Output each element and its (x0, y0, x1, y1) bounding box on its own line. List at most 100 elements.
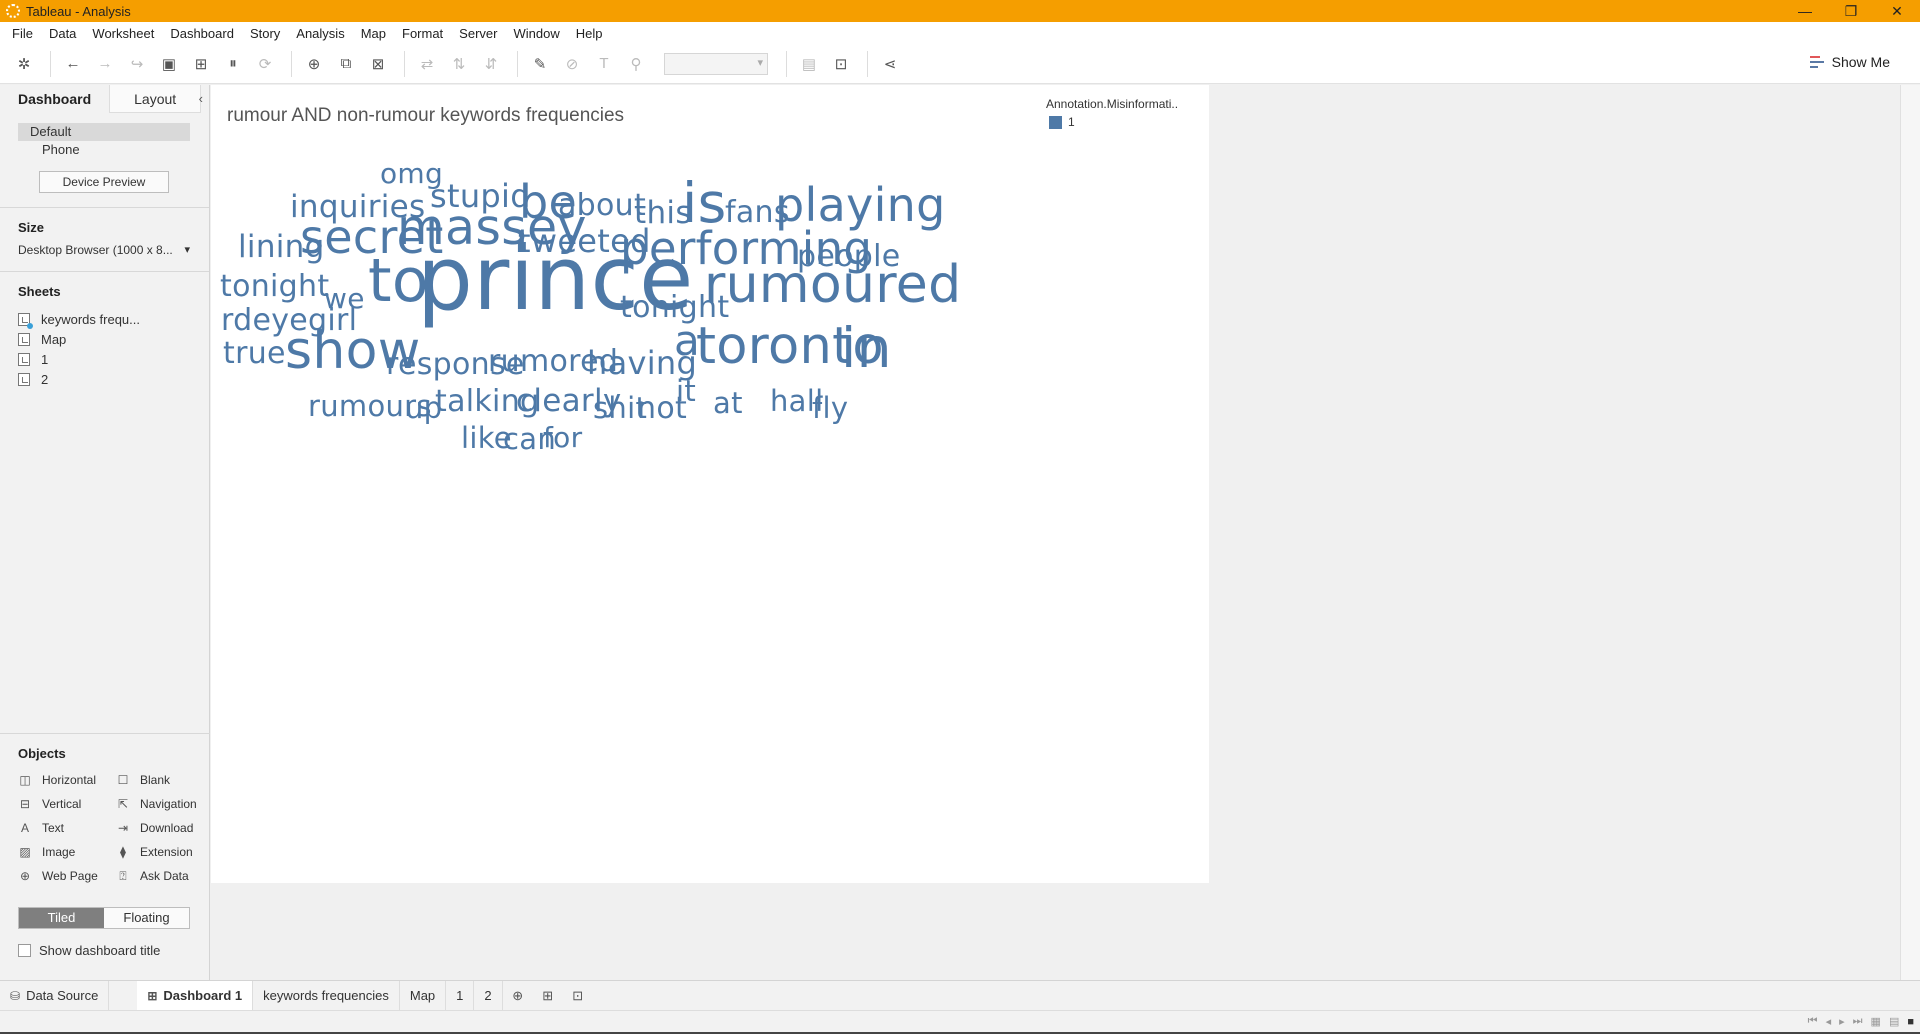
word-cloud-word[interactable]: tonight (220, 272, 329, 302)
menu-file[interactable]: File (4, 26, 41, 41)
restore-icon[interactable]: ❐ (1828, 0, 1874, 22)
object-label: Extension (140, 845, 193, 859)
prev-sheet-icon[interactable]: ◂ (1826, 1015, 1832, 1028)
next-sheet-icon[interactable]: ▸ (1839, 1015, 1845, 1028)
collapse-panel-icon[interactable]: ‹ (199, 91, 203, 106)
tab-keywords-frequencies[interactable]: keywords frequencies (253, 980, 400, 1011)
new-worksheet-tab-icon[interactable]: ⊕ (503, 981, 533, 1011)
vertical-scrollbar[interactable] (1900, 85, 1920, 980)
object-download[interactable]: ⇥ Download (116, 819, 216, 837)
object-label: Web Page (42, 869, 98, 883)
menu-worksheet[interactable]: Worksheet (84, 26, 162, 41)
word-cloud-word[interactable]: true (223, 339, 286, 369)
tableau-home-icon[interactable]: ✲ (10, 50, 38, 78)
size-dropdown[interactable]: Desktop Browser (1000 x 8... (18, 243, 190, 257)
menu-help[interactable]: Help (568, 26, 611, 41)
horizontal-icon: ◫ (19, 773, 31, 787)
fix-axes-icon[interactable]: ⚲ (622, 50, 650, 78)
object-label: Download (140, 821, 194, 835)
menu-analysis[interactable]: Analysis (288, 26, 352, 41)
show-mark-labels-icon[interactable]: T (590, 50, 618, 78)
object-image[interactable]: ▨ Image (18, 843, 116, 861)
checkbox-box[interactable] (18, 944, 31, 957)
refresh-icon[interactable]: ⟳ (251, 50, 279, 78)
object-horizontal[interactable]: ◫ Horizontal (18, 771, 116, 789)
tab-sheet-1[interactable]: 1 (446, 980, 475, 1011)
filmstrip-icon[interactable]: ▤ (1889, 1015, 1899, 1028)
object-vertical[interactable]: ⊟ Vertical (18, 795, 116, 813)
undo-icon[interactable]: ← (59, 50, 87, 78)
color-legend[interactable]: Annotation.Misinformati.. 1 (1046, 97, 1178, 129)
redo-icon[interactable]: → (91, 50, 119, 78)
object-label: Horizontal (42, 773, 97, 787)
device-preview-button[interactable]: Device Preview (39, 171, 169, 193)
tabs-view-icon[interactable]: ■ (1907, 1016, 1914, 1028)
first-sheet-icon[interactable]: ⏮ (1808, 1015, 1818, 1028)
menu-story[interactable]: Story (242, 26, 288, 41)
replay-icon[interactable]: ↪ (123, 50, 151, 78)
share-icon[interactable]: ⋖ (876, 50, 904, 78)
object-web-page[interactable]: ⊕ Web Page (18, 867, 116, 885)
device-list: Default Phone (0, 123, 209, 159)
sort-ascending-icon[interactable]: ⇅ (445, 50, 473, 78)
new-dashboard-tab-icon[interactable]: ⊞ (533, 981, 563, 1011)
object-ask-data[interactable]: ⍰ Ask Data (116, 867, 216, 885)
word-cloud-word[interactable]: rumoured (704, 259, 961, 311)
object-extension[interactable]: ⧫ Extension (116, 843, 216, 861)
word-cloud-word[interactable]: not (637, 394, 687, 424)
tab-layout[interactable]: Layout (109, 85, 202, 113)
extension-icon: ⧫ (120, 845, 126, 859)
legend-item[interactable]: 1 (1046, 115, 1178, 129)
close-icon[interactable]: ✕ (1874, 0, 1920, 22)
show-cards-icon[interactable]: ▤ (795, 50, 823, 78)
menu-dashboard[interactable]: Dashboard (162, 26, 242, 41)
tab-data-source[interactable]: ⛁ Data Source (0, 980, 110, 1011)
object-text[interactable]: A Text (18, 819, 116, 837)
device-phone[interactable]: Phone (18, 141, 190, 159)
sheet-list: keywords frequ... Map 1 2 (0, 299, 209, 389)
word-cloud-word[interactable]: fly (812, 394, 848, 423)
sheet-item-map[interactable]: Map (18, 329, 209, 349)
device-default[interactable]: Default (18, 123, 190, 141)
sheet-sorter-icon[interactable]: ▦ (1871, 1015, 1881, 1028)
new-worksheet-icon[interactable]: ⊕ (300, 50, 328, 78)
swap-rows-columns-icon[interactable]: ⇄ (413, 50, 441, 78)
tab-dashboard[interactable]: Dashboard (0, 85, 110, 113)
highlight-icon[interactable]: ✎ (526, 50, 554, 78)
word-cloud-word[interactable]: for (543, 424, 582, 452)
group-members-icon[interactable]: ⊘ (558, 50, 586, 78)
tab-sheet-2[interactable]: 2 (474, 980, 503, 1011)
menu-format[interactable]: Format (394, 26, 451, 41)
sheet-item-keywords[interactable]: keywords frequ... (18, 309, 209, 329)
minimize-icon[interactable]: — (1782, 0, 1828, 22)
sort-descending-icon[interactable]: ⇵ (477, 50, 505, 78)
sheet-item-1[interactable]: 1 (18, 349, 209, 369)
tab-map[interactable]: Map (400, 980, 447, 1011)
sheet-item-2[interactable]: 2 (18, 369, 209, 389)
show-me-button[interactable]: Show Me (1809, 54, 1890, 70)
clear-sheet-icon[interactable]: ⊠ (364, 50, 392, 78)
word-cloud-word[interactable]: in (841, 321, 892, 376)
tiled-button[interactable]: Tiled (19, 908, 104, 928)
fit-dropdown[interactable] (664, 52, 768, 75)
floating-button[interactable]: Floating (104, 908, 189, 928)
menu-data[interactable]: Data (41, 26, 84, 41)
duplicate-sheet-icon[interactable]: ⧉ (332, 50, 360, 78)
tab-dashboard-1[interactable]: ⊞ Dashboard 1 (137, 980, 254, 1011)
menu-server[interactable]: Server (451, 26, 505, 41)
size-title: Size (18, 220, 45, 235)
menu-window[interactable]: Window (505, 26, 567, 41)
menu-map[interactable]: Map (353, 26, 394, 41)
show-dashboard-title-checkbox[interactable]: Show dashboard title (18, 943, 160, 958)
dashboard-icon: ⊞ (147, 988, 158, 1003)
object-navigation[interactable]: ⇱ Navigation (116, 795, 216, 813)
word-cloud-word[interactable]: at (713, 389, 743, 418)
presentation-mode-icon[interactable]: ⊡ (827, 50, 855, 78)
object-blank[interactable]: ☐ Blank (116, 771, 216, 789)
last-sheet-icon[interactable]: ⏭ (1853, 1015, 1863, 1028)
navigation-icon: ⇱ (117, 797, 129, 811)
new-story-tab-icon[interactable]: ⊡ (563, 981, 593, 1011)
new-data-source-icon[interactable]: ⊞ (187, 50, 215, 78)
save-icon[interactable]: ▣ (155, 50, 183, 78)
pause-updates-icon[interactable]: ⏸ (219, 50, 247, 78)
